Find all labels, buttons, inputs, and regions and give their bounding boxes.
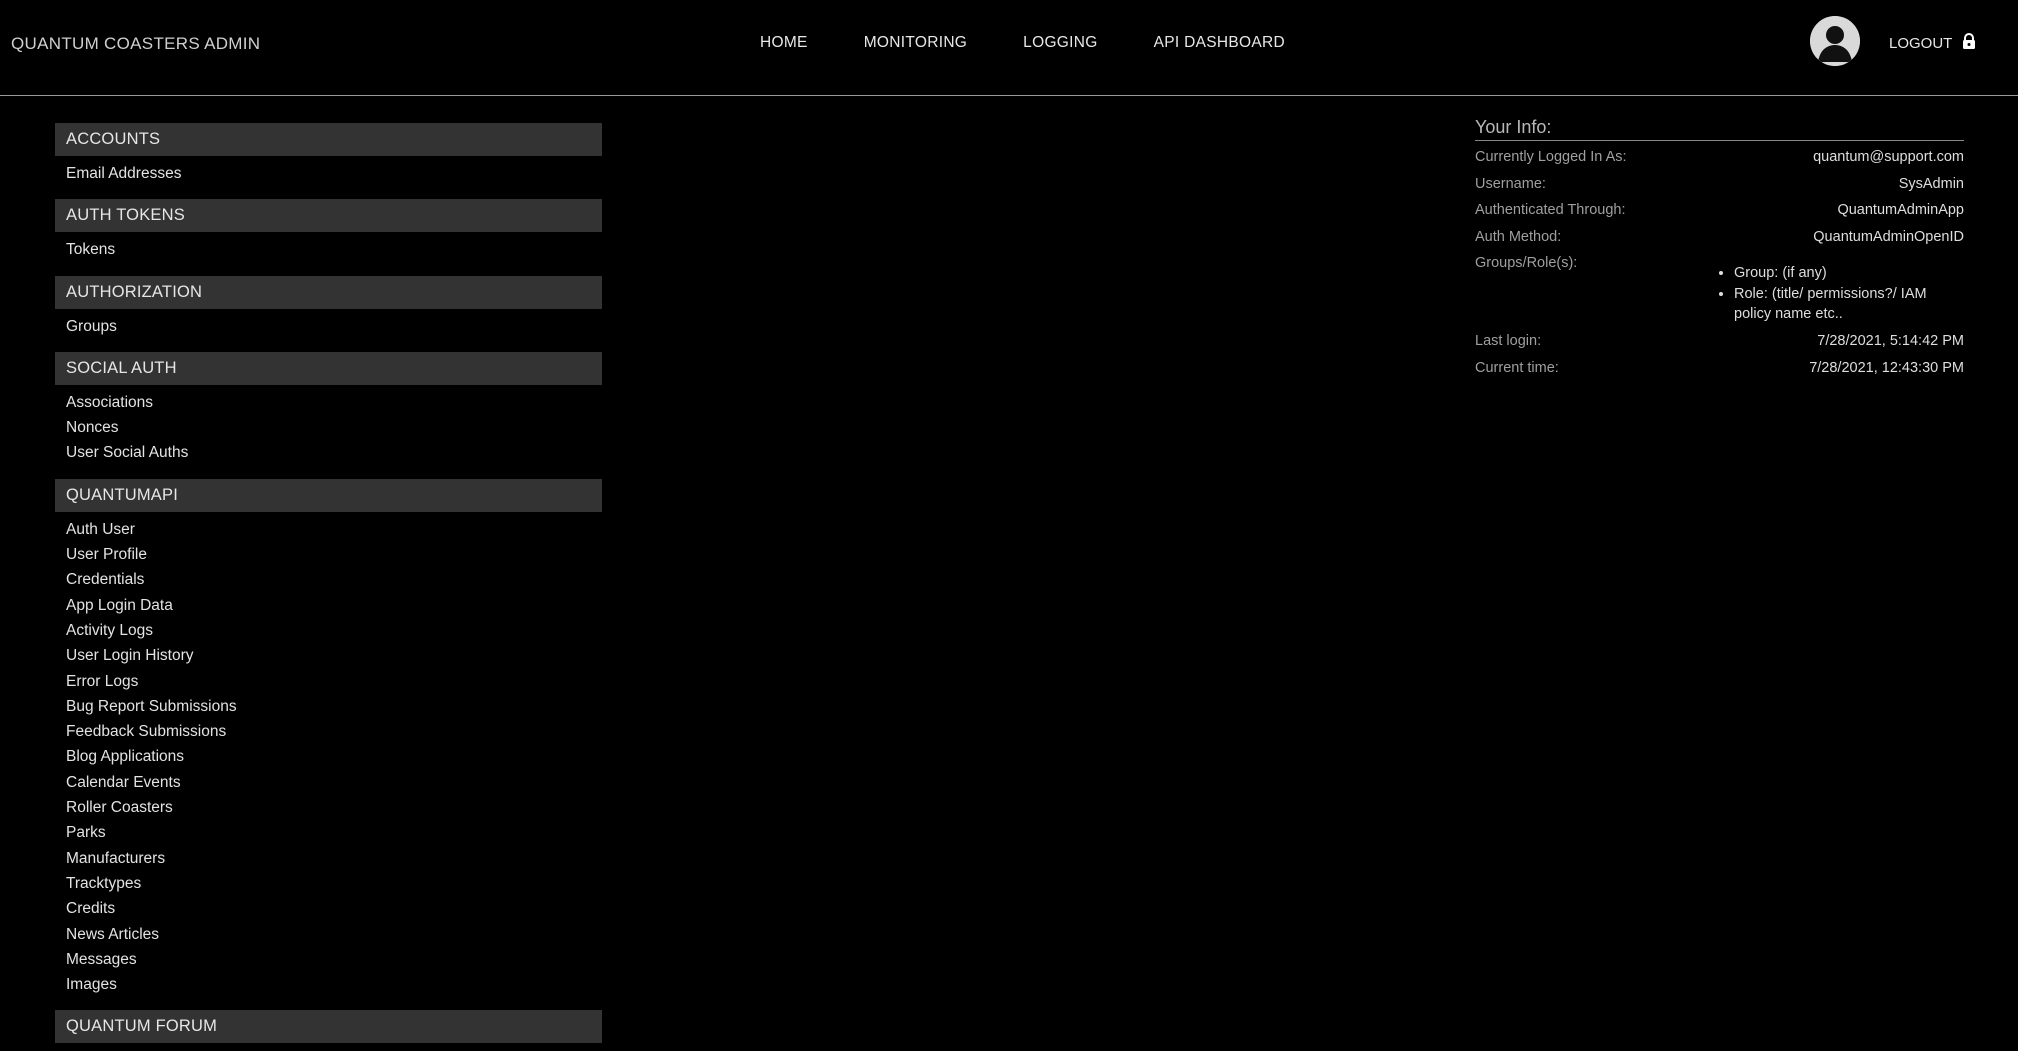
sidebar-item-credits[interactable]: Credits bbox=[55, 899, 602, 924]
info-label: Last login: bbox=[1475, 333, 1542, 349]
groups-list: Group: (if any) Role: (title/ permission… bbox=[1712, 263, 1964, 325]
nav-logging[interactable]: LOGGING bbox=[1023, 34, 1097, 52]
section-header[interactable]: AUTHORIZATION bbox=[55, 275, 602, 309]
sidebar-item-roller-coasters[interactable]: Roller Coasters bbox=[55, 798, 602, 823]
section-auth-tokens: AUTH TOKENS Tokens bbox=[55, 199, 602, 265]
brand-title[interactable]: QUANTUM COASTERS ADMIN bbox=[11, 34, 260, 54]
sidebar-item-tokens[interactable]: Tokens bbox=[55, 240, 602, 265]
user-silhouette-icon[interactable] bbox=[1810, 16, 1860, 66]
sidebar-item-images[interactable]: Images bbox=[55, 975, 602, 1000]
sidebar-item-associations[interactable]: Associations bbox=[55, 393, 602, 418]
info-row-groups: Groups/Role(s): Group: (if any) Role: (t… bbox=[1475, 255, 1964, 333]
sidebar-item-calendar-events[interactable]: Calendar Events bbox=[55, 773, 602, 798]
sidebar-item-tracktypes[interactable]: Tracktypes bbox=[55, 874, 602, 899]
sidebar-item-manufacturers[interactable]: Manufacturers bbox=[55, 849, 602, 874]
sidebar-item-app-login-data[interactable]: App Login Data bbox=[55, 596, 602, 621]
sidebar-item-feedback-submissions[interactable]: Feedback Submissions bbox=[55, 722, 602, 747]
info-row-last-login: Last login: 7/28/2021, 5:14:42 PM bbox=[1475, 333, 1964, 360]
user-info-panel: Your Info: Currently Logged In As: quant… bbox=[1475, 117, 1964, 386]
sidebar-item-messages[interactable]: Messages bbox=[55, 950, 602, 975]
nav-home[interactable]: HOME bbox=[760, 34, 808, 52]
sidebar-item-user-login-history[interactable]: User Login History bbox=[55, 646, 602, 671]
nav-monitoring[interactable]: MONITORING bbox=[864, 34, 967, 52]
info-label: Authenticated Through: bbox=[1475, 202, 1626, 218]
sidebar-item-parks[interactable]: Parks bbox=[55, 823, 602, 848]
top-navigation-bar: QUANTUM COASTERS ADMIN HOME MONITORING L… bbox=[0, 0, 2018, 96]
sidebar-item-user-profile[interactable]: User Profile bbox=[55, 545, 602, 570]
info-row-logged-in: Currently Logged In As: quantum@support.… bbox=[1475, 149, 1964, 176]
list-item: Role: (title/ permissions?/ IAM policy n… bbox=[1734, 284, 1964, 324]
info-value: 7/28/2021, 12:43:30 PM bbox=[1809, 359, 1964, 376]
section-quantum-forum: QUANTUM FORUM bbox=[55, 1010, 602, 1044]
lock-icon bbox=[1962, 33, 1976, 54]
info-label: Auth Method: bbox=[1475, 228, 1562, 245]
info-label: Currently Logged In As: bbox=[1475, 149, 1627, 165]
section-header[interactable]: ACCOUNTS bbox=[55, 123, 602, 156]
section-header[interactable]: QUANTUM FORUM bbox=[55, 1010, 602, 1044]
sidebar-item-email-addresses[interactable]: Email Addresses bbox=[55, 164, 602, 189]
info-row-auth-method: Auth Method: QuantumAdminOpenID bbox=[1475, 229, 1964, 256]
logout-button[interactable]: LOGOUT bbox=[1889, 33, 1976, 54]
section-header[interactable]: AUTH TOKENS bbox=[55, 199, 602, 233]
sidebar-item-error-logs[interactable]: Error Logs bbox=[55, 672, 602, 697]
main-nav: HOME MONITORING LOGGING API DASHBOARD bbox=[760, 34, 1341, 52]
nav-api-dashboard[interactable]: API DASHBOARD bbox=[1154, 34, 1285, 52]
info-label: Groups/Role(s): bbox=[1475, 255, 1578, 271]
section-accounts: ACCOUNTS Email Addresses bbox=[55, 123, 602, 189]
section-header[interactable]: SOCIAL AUTH bbox=[55, 351, 602, 385]
sidebar-item-activity-logs[interactable]: Activity Logs bbox=[55, 621, 602, 646]
avatar-svg bbox=[1810, 16, 1860, 66]
info-title: Your Info: bbox=[1475, 117, 1964, 141]
sidebar-item-blog-applications[interactable]: Blog Applications bbox=[55, 747, 602, 772]
list-item: Group: (if any) bbox=[1734, 263, 1964, 283]
info-row-username: Username: SysAdmin bbox=[1475, 176, 1964, 203]
sidebar-item-news-articles[interactable]: News Articles bbox=[55, 925, 602, 950]
logout-label: LOGOUT bbox=[1889, 35, 1953, 52]
info-value: quantum@support.com bbox=[1813, 149, 1964, 165]
section-authorization: AUTHORIZATION Groups bbox=[55, 275, 602, 342]
info-row-current-time: Current time: 7/28/2021, 12:43:30 PM bbox=[1475, 360, 1964, 387]
admin-sidebar: ACCOUNTS Email Addresses AUTH TOKENS Tok… bbox=[55, 123, 602, 1051]
sidebar-item-bug-report-submissions[interactable]: Bug Report Submissions bbox=[55, 697, 602, 722]
info-value: SysAdmin bbox=[1898, 175, 1964, 192]
sidebar-item-nonces[interactable]: Nonces bbox=[55, 418, 602, 443]
info-value: QuantumAdminOpenID bbox=[1813, 228, 1964, 245]
sidebar-item-user-social-auths[interactable]: User Social Auths bbox=[55, 443, 602, 468]
section-social-auth: SOCIAL AUTH Associations Nonces User Soc… bbox=[55, 351, 602, 469]
section-header[interactable]: QUANTUMAPI bbox=[55, 478, 602, 512]
sidebar-item-groups[interactable]: Groups bbox=[55, 317, 602, 342]
section-quantumapi: QUANTUMAPI Auth User User Profile Creden… bbox=[55, 478, 602, 1001]
info-value: 7/28/2021, 5:14:42 PM bbox=[1817, 333, 1964, 349]
info-row-auth-through: Authenticated Through: QuantumAdminApp bbox=[1475, 202, 1964, 229]
sidebar-item-auth-user[interactable]: Auth User bbox=[55, 520, 602, 545]
info-value: QuantumAdminApp bbox=[1837, 202, 1964, 218]
info-label: Current time: bbox=[1475, 359, 1559, 376]
sidebar-item-credentials[interactable]: Credentials bbox=[55, 570, 602, 595]
info-label: Username: bbox=[1475, 175, 1546, 192]
